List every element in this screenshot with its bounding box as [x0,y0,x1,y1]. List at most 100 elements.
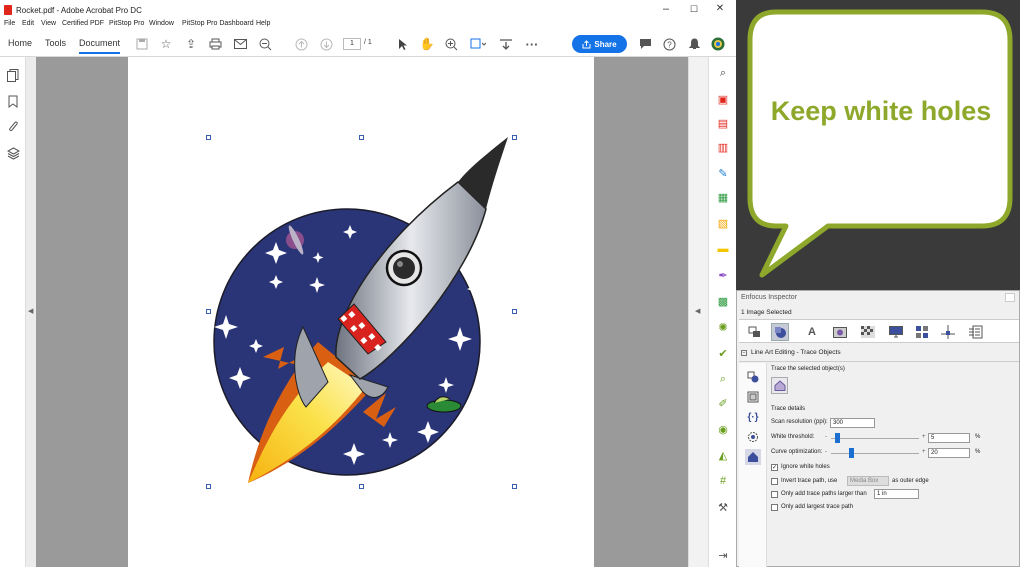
house-trace-icon[interactable] [745,449,761,465]
menu-window[interactable]: Window [149,20,174,27]
fix-icon[interactable]: ◭ [715,447,731,463]
enhance-icon[interactable]: ▧ [715,215,731,231]
selection-handle[interactable] [359,484,364,489]
scan-resolution-input[interactable]: 300 [830,418,875,428]
page-down-icon[interactable] [318,36,334,52]
zoom-in-icon[interactable] [443,36,459,52]
white-threshold-slider[interactable] [835,433,841,443]
invert-trace-checkbox[interactable] [771,478,778,485]
menu-edit[interactable]: Edit [22,20,34,27]
maximize-button[interactable]: ☐ [684,4,704,15]
pointer-icon[interactable] [395,36,411,52]
scroll-icon[interactable] [498,36,514,52]
tab-transparency-icon[interactable] [859,323,877,341]
bezier-icon[interactable]: {·} [745,409,761,425]
document-area[interactable] [36,57,688,567]
white-threshold-plus[interactable]: + [922,434,926,440]
account-icon[interactable] [710,36,726,52]
rocket-artwork[interactable] [128,57,594,567]
zoom-out-icon[interactable] [257,36,273,52]
tab-image-icon[interactable] [831,323,849,341]
cloud-upload-icon[interactable]: ⇪ [183,36,199,52]
section-header[interactable]: − Line Art Editing - Trace Objects [741,349,841,356]
tab-line-art-icon[interactable] [771,323,789,341]
left-pane-toggle[interactable]: ◀ [26,57,36,567]
tab-document[interactable]: Document [79,38,121,54]
collapse-right-icon[interactable]: ⇥ [715,547,731,563]
fill-sign-icon[interactable]: ✒ [715,267,731,283]
trace-button[interactable] [771,377,788,394]
selection-handle[interactable] [206,309,211,314]
create-pdf-icon[interactable]: ▤ [715,115,731,131]
close-button[interactable]: ✕ [710,3,730,14]
bounding-box-icon[interactable] [745,389,761,405]
pdf-page[interactable] [128,57,594,567]
menu-file[interactable]: File [4,20,15,27]
selection-handle[interactable] [206,135,211,140]
right-pane-toggle[interactable]: ◀ [688,57,708,567]
email-icon[interactable] [232,36,248,52]
tab-document-info-icon[interactable] [967,323,985,341]
inspector-close-button[interactable] [1005,293,1015,302]
tab-tools[interactable]: Tools [45,38,66,48]
white-threshold-input[interactable]: 5 [928,433,970,443]
bookmarks-icon[interactable] [6,95,20,109]
grid-icon[interactable]: # [715,473,731,489]
menu-view[interactable]: View [41,20,56,27]
marquee-icon[interactable] [470,36,486,52]
menu-certified-pdf[interactable]: Certified PDF [62,20,104,27]
share-button[interactable]: Share [572,35,627,53]
larger-than-input[interactable]: 1 in [874,489,919,499]
pages-icon[interactable] [6,69,20,83]
selection-handle[interactable] [512,484,517,489]
white-threshold-track[interactable] [831,438,919,439]
page-up-icon[interactable] [293,36,309,52]
hand-icon[interactable]: ✋ [419,36,435,52]
pen-icon[interactable]: ✐ [715,395,731,411]
attachments-icon[interactable] [6,121,20,135]
bookmark-star-icon[interactable]: ☆ [158,36,174,52]
curve-optimization-minus[interactable]: - [825,449,827,455]
curve-optimization-plus[interactable]: + [922,449,926,455]
selection-handle[interactable] [512,309,517,314]
menu-help[interactable]: Help [256,20,270,27]
comment-icon[interactable] [637,36,653,52]
zoom-tool-icon[interactable]: ⌕ [715,65,731,81]
ignore-white-holes-checkbox[interactable]: ✓ [771,464,778,471]
print-icon[interactable] [207,36,223,52]
inspector-icon[interactable]: ⌕ [715,371,731,387]
tab-position-icon[interactable] [939,323,957,341]
comment-tool-icon[interactable]: ▬ [715,241,731,257]
rotate-path-icon[interactable] [745,429,761,445]
minimize-button[interactable]: – [656,3,676,15]
layers-icon[interactable] [6,147,20,161]
tab-object-icon[interactable] [745,323,763,341]
curve-optimization-input[interactable]: 20 [928,448,970,458]
help-icon[interactable]: ? [661,36,677,52]
box-type-select[interactable]: Media Box [847,476,889,486]
eye-icon[interactable]: ◉ [715,421,731,437]
bell-icon[interactable] [686,36,702,52]
tab-home[interactable]: Home [8,38,32,48]
more-icon[interactable]: ··· [524,36,540,52]
scan-icon[interactable]: ▦ [715,189,731,205]
save-icon[interactable] [134,36,150,52]
edit-pdf-icon[interactable]: ✎ [715,165,731,181]
wrench-icon[interactable]: ⚒ [715,499,731,515]
trace-objects-icon[interactable] [745,369,761,385]
checkmark-icon[interactable]: ✔ [715,345,731,361]
curve-optimization-slider[interactable] [848,448,854,458]
print-production-icon[interactable]: ▩ [715,293,731,309]
menu-pitstop-pro[interactable]: PitStop Pro [109,20,144,27]
tab-display-icon[interactable] [887,323,905,341]
selection-handle[interactable] [206,484,211,489]
curve-optimization-track[interactable] [831,453,919,454]
larger-than-checkbox[interactable] [771,491,778,498]
largest-trace-checkbox[interactable] [771,504,778,511]
menu-pitstop-dashboard[interactable]: PitStop Pro Dashboard [182,20,254,27]
preflight-icon[interactable]: ✺ [715,319,731,335]
page-number-input[interactable]: 1 [343,38,361,50]
selection-handle[interactable] [512,135,517,140]
tab-layout-icon[interactable] [913,323,931,341]
organize-pages-icon[interactable]: ▥ [715,139,731,155]
